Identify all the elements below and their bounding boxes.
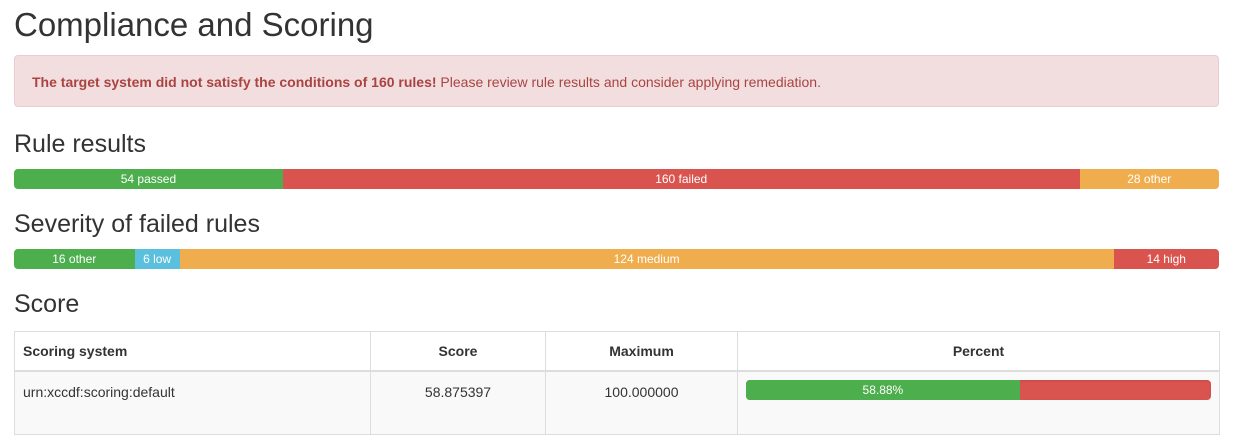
score-heading: Score — [14, 290, 80, 318]
severity-segment-other: 16 other — [14, 249, 135, 269]
col-percent: Percent — [737, 331, 1220, 372]
rule-results-heading: Rule results — [14, 130, 146, 158]
score-progress-bar: 58.88% — [746, 380, 1211, 400]
table-header-row: Scoring system Score Maximum Percent — [14, 331, 1220, 372]
col-scoring-system: Scoring system — [14, 331, 371, 372]
alert-text: Please review rule results and consider … — [436, 74, 821, 90]
severity-heading: Severity of failed rules — [14, 210, 260, 238]
rule-segment-other: 28 other — [1079, 169, 1219, 189]
severity-segment-high: 14 high — [1113, 249, 1219, 269]
table-row: urn:xccdf:scoring:default 58.875397 100.… — [14, 370, 1220, 435]
score-progress-fill: 58.88% — [746, 380, 1020, 400]
score-cell: 58.875397 — [370, 370, 546, 435]
score-table: Scoring system Score Maximum Percent urn… — [14, 331, 1220, 435]
page-title: Compliance and Scoring — [14, 6, 374, 43]
col-maximum: Maximum — [545, 331, 738, 372]
severity-bar: 16 other 6 low 124 medium 14 high — [14, 249, 1219, 269]
failure-alert: The target system did not satisfy the co… — [14, 55, 1219, 107]
severity-segment-medium: 124 medium — [179, 249, 1114, 269]
rule-segment-failed: 160 failed — [282, 169, 1080, 189]
alert-bold: The target system did not satisfy the co… — [32, 74, 437, 90]
rule-results-bar: 54 passed 160 failed 28 other — [14, 169, 1219, 189]
col-score: Score — [370, 331, 546, 372]
scoring-system-cell: urn:xccdf:scoring:default — [14, 370, 371, 435]
rule-segment-passed: 54 passed — [14, 169, 283, 189]
maximum-cell: 100.000000 — [545, 370, 738, 435]
severity-segment-low: 6 low — [134, 249, 180, 269]
percent-cell: 58.88% — [737, 370, 1220, 435]
